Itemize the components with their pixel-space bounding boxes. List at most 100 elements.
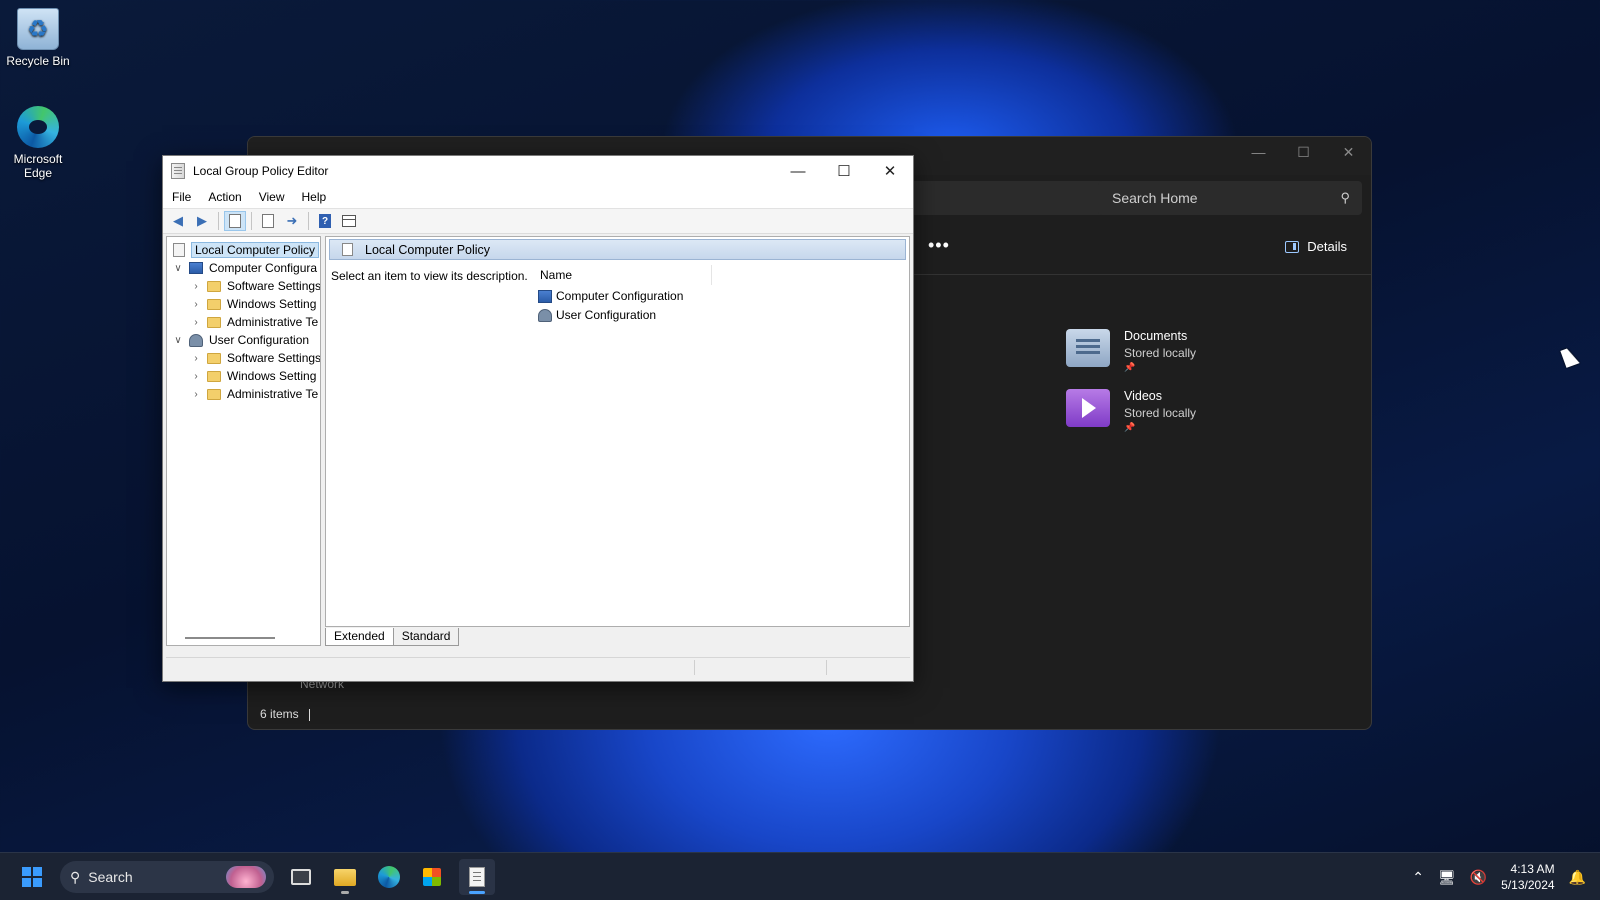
menu-file[interactable]: File	[169, 190, 199, 204]
item-location: Stored locally	[1124, 406, 1197, 420]
expand-chevron-icon[interactable]: ›	[191, 281, 201, 292]
tree-cc-windows-settings[interactable]: › Windows Setting	[191, 295, 316, 313]
volume-muted-icon[interactable]: 🔇	[1470, 869, 1487, 886]
documents-folder-icon	[1066, 329, 1110, 367]
taskbar-search[interactable]: ⚲ Search	[60, 861, 274, 893]
item-name: Documents	[1124, 329, 1188, 343]
maximize-icon[interactable]: ☐	[1281, 137, 1326, 167]
details-label: Details	[1307, 239, 1347, 254]
properties-icon[interactable]	[257, 211, 279, 231]
gpedit-app-icon	[171, 163, 185, 179]
search-input[interactable]: Search Home ⚲	[1098, 181, 1362, 215]
desktop-icon-recycle-bin[interactable]: Recycle Bin	[0, 8, 76, 68]
menu-action[interactable]: Action	[205, 190, 249, 204]
desktop-icon-edge[interactable]: Microsoft Edge	[0, 106, 76, 180]
detail-header-title: Local Computer Policy	[365, 242, 491, 257]
clock-date: 5/13/2024	[1501, 878, 1555, 892]
tree-computer-configuration[interactable]: ∨ Computer Configura	[173, 259, 317, 277]
store-icon	[423, 868, 441, 886]
item-count: 6 items	[260, 707, 299, 721]
minimize-icon[interactable]: —	[775, 156, 821, 186]
tree-uc-windows-settings[interactable]: › Windows Setting	[191, 367, 316, 385]
tab-standard[interactable]: Standard	[392, 628, 460, 646]
menu-help[interactable]: Help	[299, 190, 335, 204]
windows-logo-icon	[22, 867, 42, 887]
window-title: Local Group Policy Editor	[193, 164, 329, 178]
help-icon[interactable]: ?	[314, 211, 336, 231]
policy-tree[interactable]: Local Computer Policy ∨ Computer Configu…	[166, 236, 321, 646]
column-header-name[interactable]: Name	[536, 265, 712, 285]
show-hide-icon[interactable]	[338, 211, 360, 231]
tree-cc-software-settings[interactable]: › Software Settings	[191, 277, 321, 295]
export-list-icon[interactable]: ➜	[281, 211, 303, 231]
taskbar-search-label: Search	[88, 869, 133, 885]
list-item-label: Computer Configuration	[556, 289, 684, 303]
user-icon	[538, 308, 552, 322]
list-item-label: User Configuration	[556, 308, 657, 322]
tree-root[interactable]: Local Computer Policy	[173, 241, 320, 259]
details-pane-icon	[1285, 240, 1300, 253]
close-icon[interactable]: ✕	[1326, 137, 1371, 167]
item-location: Stored locally	[1124, 346, 1197, 360]
item-name: Videos	[1124, 389, 1162, 403]
pin-icon: 📌	[1124, 422, 1136, 432]
folder-icon	[207, 352, 221, 364]
show-tree-icon[interactable]	[224, 211, 246, 231]
tree-cc-administrative-templates[interactable]: › Administrative Te	[191, 313, 318, 331]
notification-icon[interactable]: 🔔	[1569, 869, 1586, 886]
search-highlight-icon	[226, 866, 266, 888]
maximize-icon[interactable]: ☐	[821, 156, 867, 186]
detail-pane: Local Computer Policy Select an item to …	[325, 236, 910, 627]
tree-node-label: Software Settings	[227, 279, 321, 293]
expand-chevron-icon[interactable]: ›	[191, 353, 201, 364]
pin-icon: 📌	[1124, 362, 1136, 372]
quick-access-documents[interactable]: Documents Stored locally 📌	[1066, 329, 1196, 373]
menu-view[interactable]: View	[256, 190, 293, 204]
clock[interactable]: 4:13 AM 5/13/2024	[1501, 861, 1554, 893]
gpedit-titlebar[interactable]: Local Group Policy Editor — ☐ ✕	[163, 156, 913, 186]
system-tray: ⌃ 🖥 🔇 4:13 AM 5/13/2024 🔔	[1412, 853, 1586, 900]
description-text: Select an item to view its description.	[331, 269, 528, 283]
details-button[interactable]: Details	[1285, 239, 1347, 254]
start-button[interactable]	[14, 859, 50, 895]
collapse-chevron-icon[interactable]: ∨	[173, 335, 183, 346]
tree-user-configuration[interactable]: ∨ User Configuration	[173, 331, 309, 349]
forward-arrow-icon[interactable]: ▶	[191, 211, 213, 231]
close-icon[interactable]: ✕	[867, 156, 913, 186]
back-arrow-icon[interactable]: ◀	[167, 211, 189, 231]
network-icon[interactable]: 🖥	[1438, 869, 1456, 886]
list-item[interactable]: User Configuration	[538, 306, 656, 324]
file-explorer-button[interactable]	[327, 859, 363, 895]
minimize-icon[interactable]: —	[1236, 137, 1281, 167]
store-button[interactable]	[414, 859, 450, 895]
horizontal-scrollbar[interactable]	[185, 637, 275, 639]
taskbar: ⚲ Search ⌃ 🖥 🔇 4:13 AM 5/13/2024 🔔	[0, 852, 1600, 900]
task-view-icon	[291, 869, 311, 885]
edge-button[interactable]	[371, 859, 407, 895]
policy-doc-icon	[173, 243, 185, 257]
expand-chevron-icon[interactable]: ›	[191, 389, 201, 400]
search-icon: ⚲	[1340, 190, 1350, 205]
tree-uc-administrative-templates[interactable]: › Administrative Te	[191, 385, 318, 403]
more-options-button[interactable]: •••	[928, 235, 950, 256]
gpedit-taskbar-button[interactable]	[459, 859, 495, 895]
expand-chevron-icon[interactable]: ›	[191, 317, 201, 328]
tree-node-label: Windows Setting	[227, 369, 317, 383]
expand-chevron-icon[interactable]: ›	[191, 371, 201, 382]
folder-icon	[207, 370, 221, 382]
list-item[interactable]: Computer Configuration	[538, 287, 683, 305]
collapse-chevron-icon[interactable]: ∨	[173, 263, 183, 274]
folder-icon	[207, 280, 221, 292]
desktop-icon-label: Recycle Bin	[6, 54, 70, 68]
folder-icon	[334, 868, 356, 886]
tree-root-label: Local Computer Policy	[191, 242, 320, 258]
tab-extended[interactable]: Extended	[325, 628, 394, 646]
group-policy-editor-window[interactable]: Local Group Policy Editor — ☐ ✕ File Act…	[162, 155, 914, 682]
task-view-button[interactable]	[283, 859, 319, 895]
quick-access-videos[interactable]: Videos Stored locally 📌	[1066, 389, 1196, 433]
expand-chevron-icon[interactable]: ›	[191, 299, 201, 310]
computer-icon	[538, 289, 552, 303]
tree-uc-software-settings[interactable]: › Software Settings	[191, 349, 320, 367]
view-tabs: Extended Standard	[325, 628, 460, 646]
chevron-up-icon[interactable]: ⌃	[1412, 869, 1424, 886]
